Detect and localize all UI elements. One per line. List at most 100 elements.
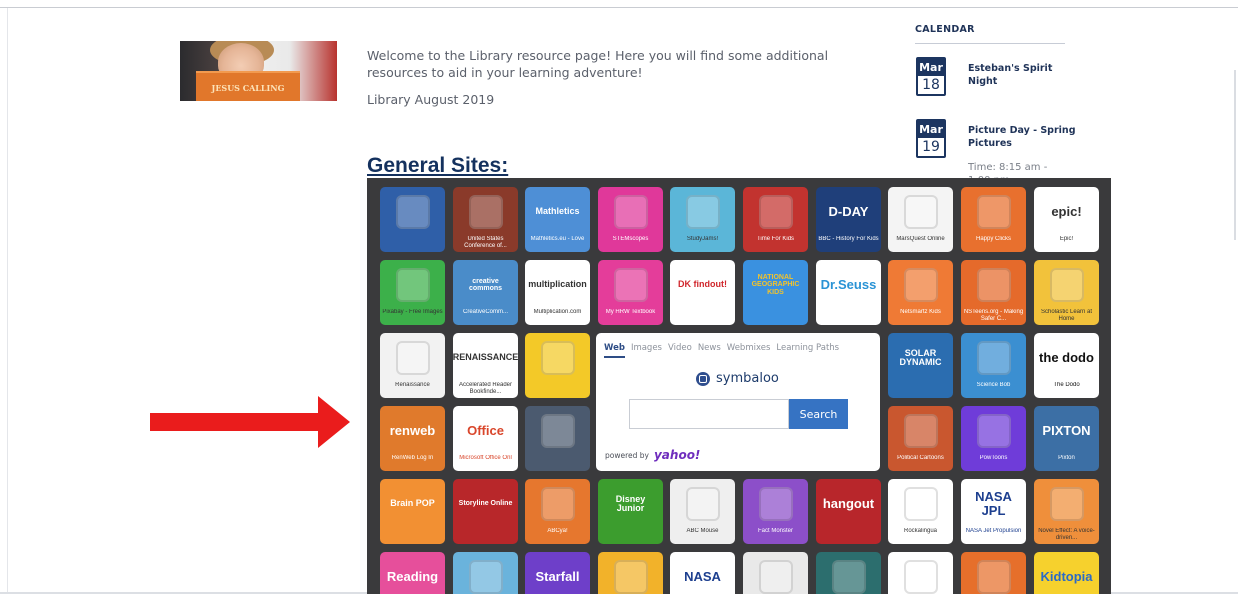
site-tile-label: Happy Clicks: [975, 236, 1011, 242]
top-rule: [0, 7, 1238, 8]
hero-image: JESUS CALLING: [180, 41, 337, 101]
tile-logo-text: D-DAY: [828, 204, 869, 220]
site-tile[interactable]: DK findout!: [670, 260, 735, 325]
search-tab-images[interactable]: Images: [631, 343, 662, 353]
site-tile[interactable]: [380, 187, 445, 252]
tile-logo-text: RENAISSANCE: [453, 352, 518, 363]
site-tile[interactable]: Netsmartz Kids: [888, 260, 953, 325]
site-tile[interactable]: Reading: [380, 552, 445, 594]
site-tile[interactable]: Time For Kids: [743, 187, 808, 252]
site-tile[interactable]: renweb RenWeb Log In: [380, 406, 445, 471]
site-tile[interactable]: PowToons: [961, 406, 1026, 471]
tile-logo-text: creative commons: [468, 277, 503, 292]
mathletics-logo: Mathletics: [525, 187, 590, 237]
site-tile[interactable]: Disney Junior: [598, 479, 663, 544]
site-tile[interactable]: Pixabay - Free Images: [380, 260, 445, 325]
site-tile[interactable]: [961, 552, 1026, 594]
search-tab-webmixes[interactable]: Webmixes: [727, 343, 771, 353]
site-tile-label: Time For Kids: [756, 236, 795, 242]
site-tile[interactable]: NASA JPL NASA Jet Propulsion: [961, 479, 1026, 544]
site-tile[interactable]: Happy Clicks: [961, 187, 1026, 252]
blank-icon: [888, 552, 953, 594]
site-tile-label: ABC Mouse: [686, 528, 719, 534]
site-tile[interactable]: Science Bob: [961, 333, 1026, 398]
symbaloo-board: Web Images Video News Webmixes Learning Paths…: [367, 178, 1111, 594]
site-tile[interactable]: Dr.Seuss: [816, 260, 881, 325]
site-tile[interactable]: ABCya!: [525, 479, 590, 544]
site-tile[interactable]: [816, 552, 881, 594]
site-tile-label: ABCya!: [547, 528, 568, 534]
site-tile[interactable]: NSTeens.org - Making Safer C...: [961, 260, 1026, 325]
tile-logo-text: Kidtopia: [1040, 569, 1093, 585]
times-icon: multiplication: [525, 260, 590, 310]
site-tile[interactable]: [743, 552, 808, 594]
site-tile[interactable]: Brain POP: [380, 479, 445, 544]
event-title[interactable]: Picture Day - Spring Pictures: [968, 124, 1078, 150]
site-tile[interactable]: Rockalingua: [888, 479, 953, 544]
tile-glyph: [976, 268, 1011, 302]
site-tile[interactable]: United States Conference of...: [453, 187, 518, 252]
event-title[interactable]: Esteban's Spirit Night: [968, 62, 1078, 88]
search-tab-news[interactable]: News: [698, 343, 721, 353]
site-tile[interactable]: Mathletics Mathletics.eu - Love: [525, 187, 590, 252]
search-button[interactable]: Search: [789, 399, 848, 429]
library-month-link[interactable]: Library August 2019: [367, 92, 494, 107]
search-input[interactable]: [629, 399, 789, 429]
site-tile[interactable]: Novel Effect: A voice-driven...: [1034, 479, 1099, 544]
tiger-icon: [961, 552, 1026, 594]
site-tile[interactable]: Starfall: [525, 552, 590, 594]
site-tile[interactable]: [598, 552, 663, 594]
site-tile[interactable]: PIXTON Pixton: [1034, 406, 1099, 471]
site-tile[interactable]: STEMscopes: [598, 187, 663, 252]
calendar-heading: CALENDAR: [915, 24, 1065, 44]
storyline-logo: Storyline Online: [453, 479, 518, 529]
site-tile[interactable]: [453, 552, 518, 594]
site-tile[interactable]: multiplication Multiplication.com: [525, 260, 590, 325]
site-tile[interactable]: [888, 552, 953, 594]
search-tab-learning-paths[interactable]: Learning Paths: [776, 343, 839, 353]
general-sites-heading: General Sites:: [367, 154, 509, 177]
site-tile[interactable]: NATIONAL GEOGRAPHIC KIDS: [743, 260, 808, 325]
site-tile[interactable]: Fact Monster: [743, 479, 808, 544]
renaissance-logo: RENAISSANCE: [453, 333, 518, 383]
tile-glyph: [685, 195, 720, 229]
site-tile[interactable]: [525, 406, 590, 471]
site-tile[interactable]: epic! Epic!: [1034, 187, 1099, 252]
hero-book: JESUS CALLING: [196, 71, 300, 101]
tile-glyph: [976, 195, 1011, 229]
site-tile[interactable]: Political Cartoons: [888, 406, 953, 471]
street-icon: [453, 552, 518, 594]
site-tile[interactable]: Storyline Online: [453, 479, 518, 544]
natgeo-logo: NATIONAL GEOGRAPHIC KIDS: [743, 260, 808, 310]
powtoon-icon: [961, 406, 1026, 456]
scrollbar[interactable]: [1234, 70, 1236, 240]
cc-logo: creative commons: [453, 260, 518, 310]
site-tile[interactable]: the dodo The Dodo: [1034, 333, 1099, 398]
site-tile-label: Pixabay - Free Images: [382, 309, 443, 315]
site-tile[interactable]: StudyJams!: [670, 187, 735, 252]
search-tab-web[interactable]: Web: [604, 343, 625, 358]
site-tile[interactable]: My HRW Textbook: [598, 260, 663, 325]
site-tile[interactable]: hangout: [816, 479, 881, 544]
site-tile[interactable]: Office Microsoft Office Onl: [453, 406, 518, 471]
site-tile[interactable]: D-DAY BBC - History For Kids: [816, 187, 881, 252]
tile-glyph: [758, 487, 793, 521]
site-tile[interactable]: Renaissance: [380, 333, 445, 398]
search-tabs: Web Images Video News Webmixes Learning Paths: [604, 343, 845, 358]
monster-icon: [743, 479, 808, 529]
tile-glyph: [613, 560, 648, 594]
site-tile[interactable]: Kidtopia: [1034, 552, 1099, 594]
site-tile[interactable]: NASA: [670, 552, 735, 594]
site-tile[interactable]: ABC Mouse: [670, 479, 735, 544]
kids-icon: [888, 479, 953, 529]
site-tile[interactable]: RENAISSANCE Accelerated Reader Bookfinde.…: [453, 333, 518, 398]
scientist-icon: [961, 333, 1026, 383]
tile-logo-text: epic!: [1051, 204, 1082, 220]
site-tile[interactable]: Scholastic Learn at Home: [1034, 260, 1099, 325]
site-tile[interactable]: MarsQuest Online: [888, 187, 953, 252]
site-tile[interactable]: SOLAR DYNAMIC: [888, 333, 953, 398]
site-tile[interactable]: creative commons CreativeComm...: [453, 260, 518, 325]
search-tab-video[interactable]: Video: [668, 343, 692, 353]
site-tile[interactable]: [525, 333, 590, 398]
renweb-logo: renweb: [380, 406, 445, 456]
